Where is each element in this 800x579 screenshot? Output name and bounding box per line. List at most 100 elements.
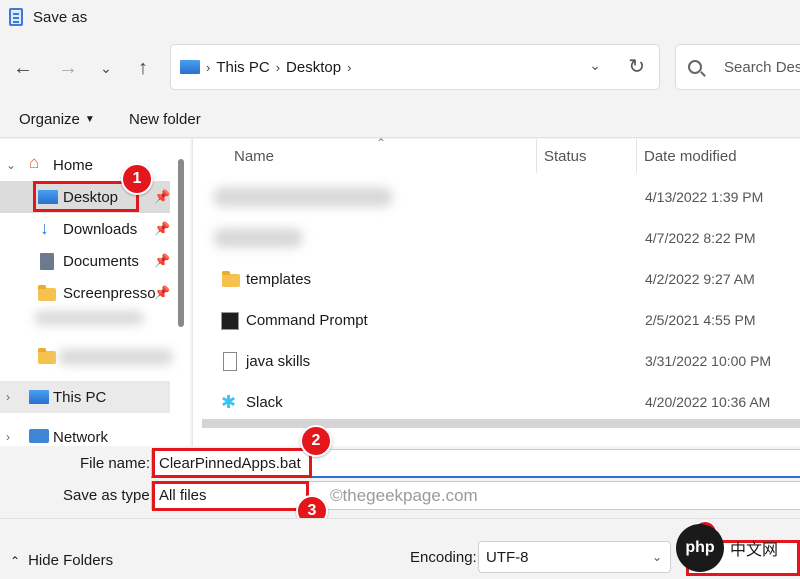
- address-bar[interactable]: › This PC › Desktop › ⌄ ↻: [170, 44, 660, 90]
- encoding-select[interactable]: UTF-8 ⌄: [478, 541, 671, 573]
- file-row[interactable]: Command Prompt 2/5/2021 4:55 PM: [193, 300, 800, 341]
- breadcrumb-this-pc[interactable]: This PC: [216, 59, 269, 76]
- document-icon: [40, 253, 54, 270]
- blurred-name: [213, 187, 393, 207]
- breadcrumb-separator[interactable]: ›: [347, 60, 351, 75]
- refresh-icon[interactable]: ↻: [628, 54, 645, 79]
- tree-item-label: Home: [53, 156, 94, 174]
- command-toolbar: Organize ▼ New folder: [0, 100, 800, 138]
- organize-label: Organize: [19, 111, 80, 128]
- file-name: Command Prompt: [246, 312, 368, 329]
- file-row[interactable]: 4/7/2022 8:22 PM: [193, 218, 800, 259]
- watermark: ©thegeekpage.com: [330, 486, 478, 505]
- column-divider[interactable]: [536, 139, 537, 173]
- arrow-up-icon[interactable]: ↑: [129, 54, 157, 82]
- file-row[interactable]: 4/13/2022 1:39 PM: [193, 177, 800, 218]
- tree-item-screenpresso[interactable]: Screenpresso 📌: [0, 277, 170, 309]
- search-placeholder: Search Desk: [724, 58, 800, 76]
- annotation-box-filename: [152, 448, 312, 478]
- download-icon: ↓: [40, 218, 49, 238]
- window-title: Save as: [33, 8, 88, 26]
- scroll-thumb[interactable]: [202, 419, 800, 428]
- slack-icon: ✱: [221, 392, 237, 412]
- address-dropdown-icon[interactable]: ⌄: [589, 57, 601, 74]
- search-box[interactable]: Search Desk: [675, 44, 800, 90]
- save-type-label: Save as type:: [63, 487, 154, 504]
- tree-item-downloads[interactable]: ↓ Downloads 📌: [0, 213, 170, 245]
- network-icon: [29, 429, 49, 443]
- chevron-down-icon[interactable]: ⌄: [92, 54, 120, 82]
- tree-item-label: Network: [53, 428, 109, 446]
- notepad-icon: [9, 8, 23, 26]
- breadcrumb-desktop[interactable]: Desktop: [286, 59, 341, 76]
- scrollbar[interactable]: [178, 159, 184, 327]
- file-date: 4/7/2022 8:22 PM: [645, 230, 756, 246]
- tree-item-label: Documents: [63, 252, 139, 270]
- pin-icon[interactable]: 📌: [154, 285, 170, 301]
- annotation-badge-2: 2: [300, 425, 332, 457]
- title-bar: Save as: [0, 0, 800, 34]
- new-folder-button[interactable]: New folder: [129, 111, 201, 128]
- breadcrumb-separator: ›: [206, 59, 211, 75]
- blurred-item: [34, 311, 144, 325]
- column-header-date[interactable]: Date modified: [644, 139, 737, 173]
- chevron-down-icon: ⌄: [651, 550, 662, 564]
- encoding-value: UTF-8: [486, 549, 529, 566]
- folder-icon: [38, 285, 56, 301]
- file-date: 2/5/2021 4:55 PM: [645, 312, 756, 328]
- navigation-bar: ← → ⌄ ↑ › This PC › Desktop › ⌄ ↻ Search…: [0, 34, 800, 100]
- annotation-box-type: [152, 481, 309, 511]
- file-row[interactable]: java skills 3/31/2022 10:00 PM: [193, 341, 800, 382]
- file-name: Slack: [246, 394, 283, 411]
- file-list: Name ⌃ Status Date modified 4/13/2022 1:…: [192, 136, 800, 446]
- cmd-icon: [221, 312, 239, 330]
- php-logo-text: php: [676, 524, 724, 572]
- column-divider[interactable]: [636, 139, 637, 173]
- chevron-right-icon[interactable]: ›: [6, 430, 10, 444]
- horizontal-scrollbar[interactable]: [198, 416, 800, 432]
- column-header-status[interactable]: Status: [544, 139, 587, 173]
- tree-item-network[interactable]: › Network: [0, 421, 170, 446]
- file-row[interactable]: templates 4/2/2022 9:27 AM: [193, 259, 800, 300]
- pin-icon[interactable]: 📌: [154, 221, 170, 237]
- tree-item-this-pc[interactable]: › This PC: [0, 381, 170, 413]
- chevron-down-icon[interactable]: ⌄: [6, 158, 16, 172]
- hide-folders-label: Hide Folders: [28, 552, 114, 569]
- hide-folders-button[interactable]: ⌃ Hide Folders: [10, 552, 113, 569]
- file-date: 4/20/2022 10:36 AM: [645, 394, 771, 410]
- save-form: File name: ClearPinnedApps.bat Save as t…: [0, 446, 800, 518]
- tree-item-label: Downloads: [63, 220, 138, 238]
- document-icon: [223, 352, 237, 371]
- tree-item-label: This PC: [53, 388, 107, 406]
- folder-icon: [38, 348, 56, 364]
- caret-down-icon: ▼: [84, 114, 95, 125]
- home-icon: ⌂: [29, 153, 40, 172]
- column-label: Name: [234, 147, 275, 165]
- this-pc-icon: [29, 390, 49, 404]
- folder-icon: [222, 271, 240, 287]
- encoding-label: Encoding:: [410, 549, 477, 566]
- blurred-item: [58, 349, 173, 365]
- column-label: Status: [544, 147, 587, 165]
- pin-icon[interactable]: 📌: [154, 253, 170, 269]
- php-watermark-logo: php 中文网: [676, 522, 800, 574]
- php-logo-cn: 中文网: [730, 542, 779, 559]
- tree-item-label: Screenpresso: [63, 284, 156, 302]
- annotation-badge-1: 1: [121, 163, 153, 195]
- tree-item-documents[interactable]: Documents 📌: [0, 245, 170, 277]
- search-icon: [688, 60, 702, 74]
- file-name: templates: [246, 271, 312, 288]
- arrow-left-icon[interactable]: ←: [9, 54, 37, 82]
- organize-button[interactable]: Organize ▼: [19, 111, 95, 128]
- blurred-name: [213, 228, 303, 248]
- file-name: java skills: [246, 353, 311, 370]
- chevron-right-icon[interactable]: ›: [6, 390, 10, 404]
- file-date: 4/2/2022 9:27 AM: [645, 271, 755, 287]
- column-header-name[interactable]: Name: [234, 139, 274, 173]
- pin-icon[interactable]: 📌: [154, 189, 170, 205]
- chevron-up-icon: ⌃: [10, 554, 21, 568]
- file-date: 3/31/2022 10:00 PM: [645, 353, 772, 369]
- file-date: 4/13/2022 1:39 PM: [645, 189, 764, 205]
- arrow-right-icon[interactable]: →: [54, 54, 82, 82]
- file-name-label: File name:: [80, 455, 151, 472]
